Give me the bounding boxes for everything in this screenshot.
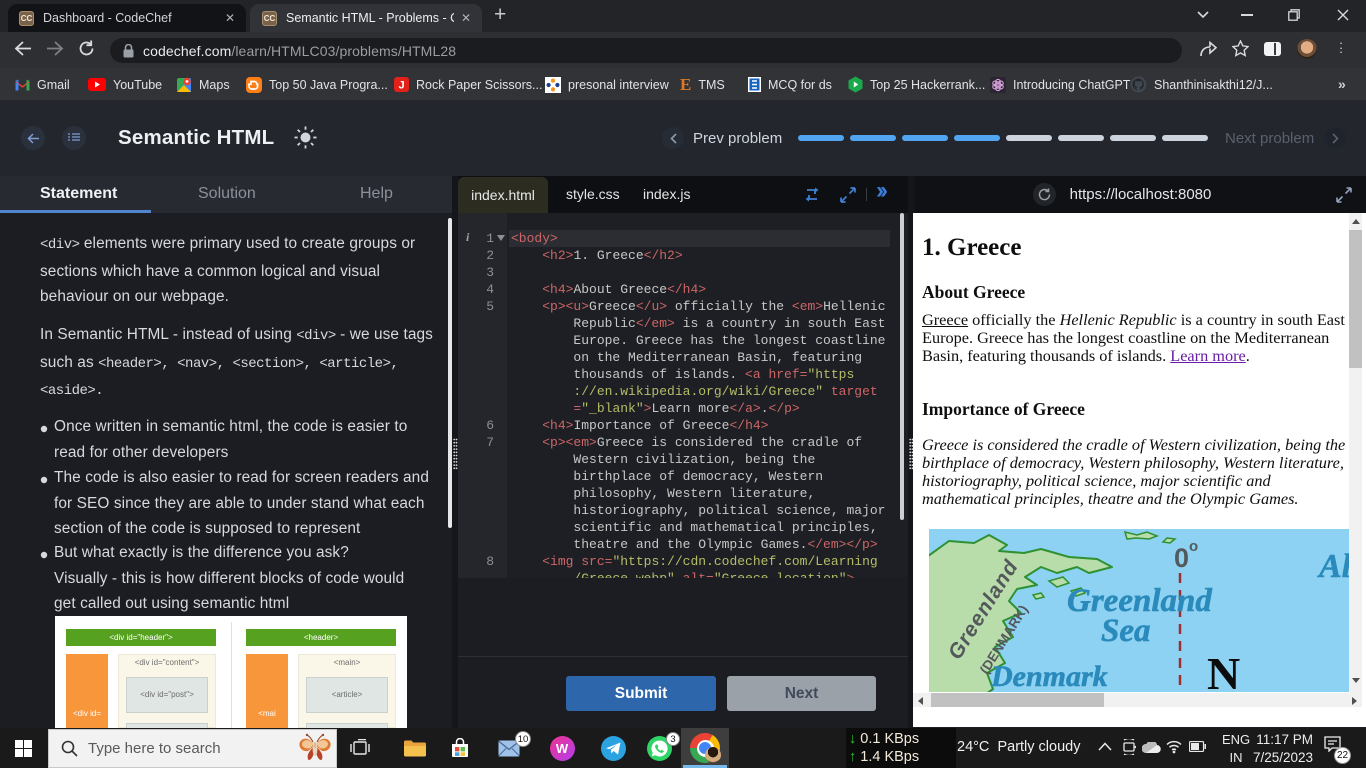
svg-text:J: J [398,80,404,92]
svg-text:Sea: Sea [1101,613,1151,649]
svg-text:o: o [1189,538,1198,555]
svg-text:0: 0 [1174,543,1189,573]
svg-text:Denmark: Denmark [990,660,1108,692]
svg-text:Al: Al [1317,548,1349,585]
svg-text:N: N [1207,648,1240,692]
